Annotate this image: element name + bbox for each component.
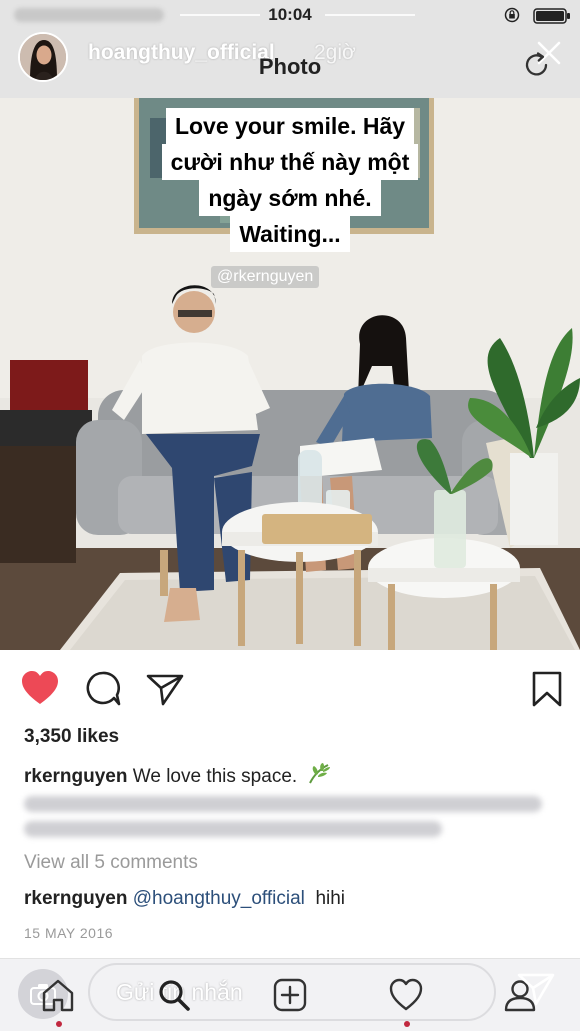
story-header: hoangthuy_official 2giờ Photo — [0, 32, 580, 98]
comment-text: hihi — [315, 888, 346, 909]
send-icon[interactable] — [516, 971, 556, 1007]
bookmark-icon[interactable] — [528, 669, 568, 709]
heart-icon[interactable] — [20, 669, 60, 709]
comment-item: rkernguyen @hoangthuy_official hihi — [24, 888, 345, 910]
refresh-icon[interactable] — [522, 50, 552, 80]
post-actions — [0, 650, 580, 724]
home-icon[interactable] — [40, 977, 76, 1013]
mention-tag[interactable]: @rkernguyen — [211, 266, 320, 288]
add-icon[interactable] — [272, 977, 308, 1013]
caption-line: Waiting... — [230, 216, 350, 252]
heart-outline-icon[interactable] — [388, 977, 424, 1013]
battery-icon — [533, 8, 570, 24]
likes-count[interactable]: 3,350 likes — [24, 726, 119, 748]
bottom-bar — [0, 958, 580, 1031]
caption-text: We love this space. — [132, 766, 298, 787]
status-time: 10:04 — [268, 5, 312, 24]
post-photo[interactable]: Love your smile. Hãy cười như thế này mộ… — [0, 98, 580, 650]
share-icon[interactable] — [145, 669, 185, 709]
status-bar: 10:04 — [0, 0, 580, 32]
notification-dot — [56, 1021, 62, 1027]
comment-mention[interactable]: @hoangthuy_official — [133, 888, 305, 909]
search-icon[interactable] — [156, 977, 192, 1013]
post-date: 15 MAY 2016 — [24, 925, 114, 941]
story-progress-right — [325, 14, 415, 16]
page-title: Photo — [258, 54, 322, 79]
comment-author[interactable]: rkernguyen — [24, 888, 127, 909]
blurred-caption-line — [24, 821, 442, 837]
caption-line: cười như thế này một — [161, 144, 419, 180]
comment-icon[interactable] — [83, 669, 123, 709]
notification-dot — [404, 1021, 410, 1027]
caption-author[interactable]: rkernguyen — [24, 766, 127, 787]
view-all-comments-link[interactable]: View all 5 comments — [24, 852, 198, 874]
blurred-caption-line — [24, 796, 542, 812]
rotation-lock-icon — [504, 7, 520, 23]
post-caption: rkernguyen We love this space. — [24, 761, 332, 788]
caption-line: ngày sớm nhé. — [199, 180, 381, 216]
photo-caption: Love your smile. Hãy cười như thế này mộ… — [0, 108, 580, 252]
caption-line: Love your smile. Hãy — [165, 108, 415, 144]
leaf-emoji-icon — [309, 763, 331, 784]
